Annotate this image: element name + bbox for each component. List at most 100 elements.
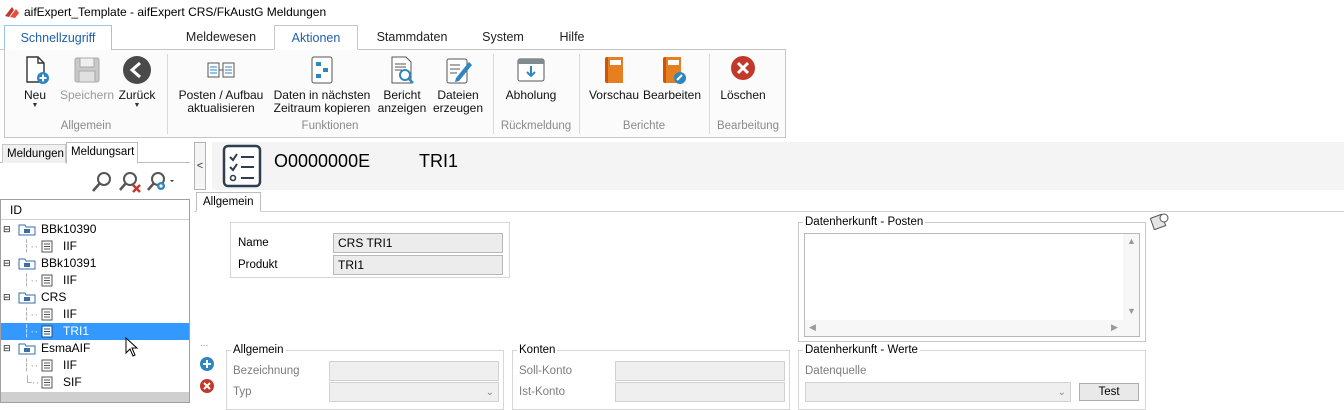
tree-line: ┆··	[23, 307, 39, 321]
soll-konto-field[interactable]	[615, 361, 785, 381]
tab-aktionen[interactable]: Aktionen	[274, 25, 358, 50]
datenherkunft-posten-textarea[interactable]: ▲ ▼ ◀ ▶	[804, 233, 1140, 337]
tab-allgemein[interactable]: Allgemein	[196, 192, 261, 212]
collapse-toggle-icon[interactable]: ⊟	[3, 255, 11, 272]
tree-node-bbk10391[interactable]: ⊟ BBk10391	[1, 255, 189, 272]
tab-hilfe[interactable]: Hilfe	[544, 25, 600, 50]
produkt-field[interactable]: TRI1	[333, 255, 503, 275]
meldungsart-code: O0000000E	[274, 151, 371, 171]
group-label-funktionen: Funktionen	[301, 120, 359, 132]
horizontal-scrollbar[interactable]: ◀ ▶	[805, 320, 1139, 336]
name-field[interactable]: CRS TRI1	[333, 233, 503, 253]
zurueck-button[interactable]: Zurück ▼	[115, 54, 159, 110]
bearbeiten-button[interactable]: Bearbeiten	[641, 54, 703, 102]
tree-node-bbk10391-iif[interactable]: ┆·· IIF	[1, 272, 189, 289]
tree-node-bbk10390-iif[interactable]: ┆·· IIF	[1, 238, 189, 255]
window-title: aifExpert_Template - aifExpert CRS/FkAus…	[24, 5, 327, 19]
tree-node-label: IIF	[63, 239, 77, 253]
name-label: Name	[238, 237, 269, 249]
bericht-anzeigen-button[interactable]: Bericht anzeigen	[377, 54, 427, 115]
tab-meldewesen[interactable]: Meldewesen	[172, 25, 270, 50]
chevron-down-icon: ▼	[31, 102, 39, 109]
tab-meldungsart[interactable]: Meldungsart	[66, 142, 138, 164]
datenquelle-combobox[interactable]: ⌄	[805, 382, 1071, 402]
app-logo-icon	[5, 7, 19, 18]
bezeichnung-label: Bezeichnung	[233, 365, 300, 377]
list-document-icon	[41, 359, 53, 372]
folder-network-icon	[18, 292, 36, 304]
tree-horizontal-scrollbar[interactable]	[1, 392, 189, 402]
group-label-allgemein: Allgemein	[60, 120, 112, 132]
collapse-panel-button[interactable]: <	[194, 142, 206, 190]
tree-node-esmaaif[interactable]: ⊟ EsmaAIF	[1, 340, 189, 357]
tree-node-label: BBk10390	[41, 222, 97, 236]
edit-source-icon[interactable]	[1150, 212, 1170, 230]
abholung-button[interactable]: Abholung	[501, 54, 561, 102]
chevron-down-icon: ▼	[133, 102, 141, 109]
folder-network-icon	[18, 343, 36, 355]
dateien-erzeugen-button[interactable]: Dateien erzeugen	[431, 54, 485, 115]
tree-node-label: IIF	[63, 358, 77, 372]
bearbeiten-label: Bearbeiten	[642, 88, 702, 102]
tree-column-header-id[interactable]: ID	[1, 200, 189, 220]
collapse-toggle-icon[interactable]: ⊟	[3, 221, 11, 238]
tree-line: ┆··	[23, 324, 39, 338]
bezeichnung-field[interactable]	[329, 361, 499, 381]
collapse-toggle-icon[interactable]: ⊟	[3, 289, 11, 306]
tab-stammdaten[interactable]: Stammdaten	[362, 25, 462, 50]
tree-node-bbk10390[interactable]: ⊟ BBk10390	[1, 221, 189, 238]
scroll-down-icon[interactable]: ▼	[1127, 306, 1136, 316]
datenherkunft-posten-title: Datenherkunft - Posten	[803, 216, 926, 228]
tree-node-label: IIF	[63, 273, 77, 287]
loeschen-button[interactable]: Löschen	[715, 54, 771, 102]
left-panel-tabs: Meldungen Meldungsart	[0, 142, 190, 164]
remove-icon[interactable]	[199, 378, 215, 394]
tree-node-esmaaif-sif[interactable]: └·· SIF	[1, 374, 189, 391]
book-preview-icon	[605, 57, 623, 83]
group-label-berichte: Berichte	[622, 120, 666, 132]
typ-combobox[interactable]: ⌄	[329, 382, 499, 402]
back-arrow-icon	[123, 56, 151, 84]
add-icon[interactable]	[199, 356, 215, 372]
vorschau-button[interactable]: Vorschau	[587, 54, 641, 102]
tree-node-crs-tri1[interactable]: ┆·· TRI1	[1, 323, 189, 340]
posten-aktualisieren-button[interactable]: Posten / Aufbau aktualisieren	[175, 54, 267, 115]
loeschen-label: Löschen	[720, 88, 766, 102]
tree-node-crs[interactable]: ⊟ CRS	[1, 289, 189, 306]
meldungsart-tree: ID ⊟ BBk10390 ┆·· IIF ⊟ BBk10391 ┆·· IIF…	[0, 199, 190, 403]
daten-kopieren-button[interactable]: Daten in nächsten Zeitraum kopieren	[269, 54, 375, 115]
report-search-icon	[391, 56, 414, 84]
ist-konto-field[interactable]	[615, 382, 785, 402]
daten-label-line2: Zeitraum kopieren	[273, 101, 371, 115]
chevron-down-icon: ⌄	[1057, 387, 1066, 398]
speichern-button[interactable]: Speichern	[57, 54, 117, 102]
scroll-left-icon[interactable]: ◀	[809, 322, 816, 333]
tree-line: ┆··	[23, 358, 39, 372]
neu-button[interactable]: Neu ▼	[15, 54, 55, 110]
tab-meldungen[interactable]: Meldungen	[2, 144, 66, 163]
ist-konto-label: Ist-Konto	[519, 386, 566, 398]
tree-node-crs-iif[interactable]: ┆·· IIF	[1, 306, 189, 323]
group-label-bearbeitung: Bearbeitung	[716, 120, 780, 132]
copy-period-icon	[311, 56, 333, 84]
tab-system[interactable]: System	[466, 25, 540, 50]
scroll-up-icon[interactable]: ▲	[1127, 236, 1136, 246]
tab-schnellzugriff[interactable]: Schnellzugriff	[4, 25, 112, 50]
vertical-scrollbar[interactable]: ▲ ▼	[1123, 234, 1139, 320]
title-bar: aifExpert_Template - aifExpert CRS/FkAus…	[0, 0, 1344, 24]
tree-node-label: CRS	[41, 290, 67, 304]
scroll-right-icon[interactable]: ▶	[1111, 322, 1118, 333]
speichern-label: Speichern	[59, 88, 115, 102]
tree-node-label: IIF	[63, 307, 77, 321]
checklist-icon	[222, 144, 262, 188]
list-document-icon	[41, 308, 53, 321]
search-settings-icon[interactable]	[146, 170, 176, 194]
collapse-toggle-icon[interactable]: ⊟	[3, 340, 11, 357]
soll-konto-label: Soll-Konto	[519, 365, 573, 377]
clear-search-icon[interactable]	[118, 170, 142, 194]
search-icon[interactable]	[90, 170, 114, 194]
allgemein-group-title: Allgemein	[231, 344, 286, 356]
test-button[interactable]: Test	[1079, 383, 1139, 401]
tree-node-esmaaif-iif[interactable]: ┆·· IIF	[1, 357, 189, 374]
tree-line: └··	[23, 375, 40, 389]
